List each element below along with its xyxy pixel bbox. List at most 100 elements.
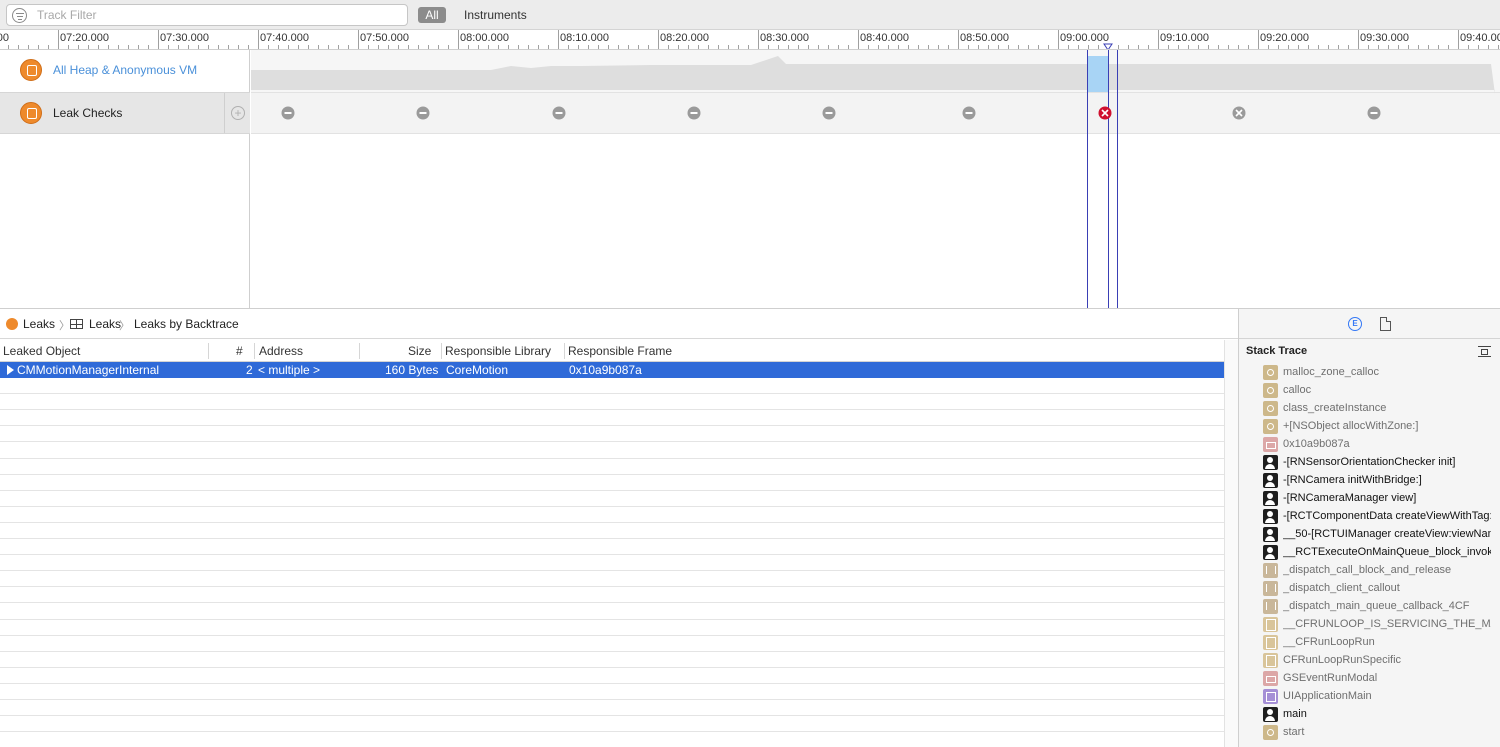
table-row[interactable] — [0, 523, 1224, 539]
table-row[interactable] — [0, 539, 1224, 556]
breadcrumb-detail[interactable]: Leaks — [89, 317, 121, 331]
stack-frame[interactable]: main — [1239, 706, 1500, 724]
leak-check-marker[interactable] — [822, 106, 836, 120]
table-scrollbar[interactable] — [1224, 340, 1238, 747]
table-row[interactable] — [0, 684, 1224, 700]
table-row[interactable] — [0, 426, 1224, 443]
stack-frame[interactable]: _dispatch_client_callout — [1239, 580, 1500, 598]
cf-frame-icon — [1263, 653, 1278, 668]
leak-check-marker[interactable] — [687, 106, 701, 120]
stack-frame[interactable]: start — [1239, 724, 1500, 742]
stack-frame[interactable]: malloc_zone_calloc — [1239, 364, 1500, 382]
breadcrumb-instrument[interactable]: Leaks — [23, 317, 55, 331]
stack-frame[interactable]: class_createInstance — [1239, 400, 1500, 418]
stack-frame[interactable]: GSEventRunModal — [1239, 670, 1500, 688]
leak-check-marker[interactable] — [1232, 106, 1246, 120]
user-frame-icon — [1263, 527, 1278, 542]
leak-found-marker[interactable] — [1098, 106, 1112, 120]
stack-frame[interactable]: -[RNSensorOrientationChecker init] — [1239, 454, 1500, 472]
stack-trace-title: Stack Trace — [1246, 345, 1308, 357]
table-row[interactable] — [0, 668, 1224, 684]
stack-frame-symbol: +[NSObject allocWithZone:] — [1283, 420, 1419, 432]
ruler-tick-label: 07:10.000 — [0, 32, 9, 44]
column-address[interactable]: Address — [259, 344, 303, 358]
table-row[interactable] — [0, 636, 1224, 652]
stack-frame[interactable]: 0x10a9b087a — [1239, 436, 1500, 454]
allocations-graph — [251, 56, 1495, 94]
lib-frame-icon — [1263, 599, 1278, 614]
scope-all-button[interactable]: All — [418, 7, 446, 23]
stack-frame-symbol: -[RNSensorOrientationChecker init] — [1283, 456, 1456, 468]
track-filter-input[interactable] — [37, 7, 397, 23]
rt-frame-icon — [1263, 671, 1278, 686]
stack-frame[interactable]: __50-[RCTUIManager createView:viewName:r… — [1239, 526, 1500, 544]
ruler-tick-label: 08:00.000 — [460, 32, 509, 44]
document-icon[interactable] — [1380, 317, 1391, 331]
table-row[interactable] — [0, 475, 1224, 491]
ruler-tick-label: 08:50.000 — [960, 32, 1009, 44]
stack-frame[interactable]: __CFRunLoopRun — [1239, 634, 1500, 652]
stack-frame[interactable]: +[NSObject allocWithZone:] — [1239, 418, 1500, 436]
extended-detail-icon[interactable]: E — [1348, 317, 1362, 331]
stack-frame[interactable]: __RCTExecuteOnMainQueue_block_invoke — [1239, 544, 1500, 562]
table-row[interactable] — [0, 507, 1224, 523]
leak-check-marker[interactable] — [281, 106, 295, 120]
plus-circle-icon: + — [231, 106, 245, 120]
timeline-area[interactable] — [251, 50, 1500, 308]
table-row[interactable]: CMMotionManagerInternal 2 < multiple > 160 … — [0, 362, 1224, 378]
rt-frame-icon — [1263, 437, 1278, 452]
track-allocations[interactable]: All Heap & Anonymous VM — [0, 50, 250, 92]
filter-icon[interactable] — [12, 8, 27, 23]
stack-frame[interactable]: _dispatch_call_block_and_release — [1239, 562, 1500, 580]
leak-check-marker[interactable] — [1367, 106, 1381, 120]
column-count[interactable]: # — [236, 344, 243, 358]
time-ruler[interactable]: 07:10.000 07:20.000 07:30.000 07:40.000 07:5… — [0, 30, 1500, 50]
stack-frame[interactable]: -[RNCameraManager view] — [1239, 490, 1500, 508]
stack-frame[interactable]: calloc — [1239, 382, 1500, 400]
disclosure-triangle-icon[interactable] — [7, 365, 14, 375]
chevron-right-icon: 〉 — [59, 320, 70, 332]
table-row[interactable] — [0, 604, 1224, 620]
stack-frame[interactable]: -[RCTComponentData createViewWithTag:] — [1239, 508, 1500, 526]
column-responsible-library[interactable]: Responsible Library — [445, 344, 551, 358]
stack-frame-symbol: class_createInstance — [1283, 402, 1387, 414]
table-row[interactable] — [0, 443, 1224, 459]
column-leaked-object[interactable]: Leaked Object — [3, 344, 80, 358]
column-size[interactable]: Size — [408, 344, 431, 358]
stack-frame[interactable]: __CFRUNLOOP_IS_SERVICING_THE_MAIN_DISPAT… — [1239, 616, 1500, 634]
stack-frame[interactable]: CFRunLoopRunSpecific — [1239, 652, 1500, 670]
ruler-tick-label: 07:20.000 — [60, 32, 109, 44]
stack-frame-symbol: _dispatch_main_queue_callback_4CF — [1283, 600, 1470, 612]
table-row[interactable] — [0, 620, 1224, 636]
stack-frame[interactable]: UIApplicationMain — [1239, 688, 1500, 706]
table-row[interactable] — [0, 652, 1224, 668]
add-track-button[interactable]: + — [224, 93, 250, 133]
stack-trace-list[interactable]: malloc_zone_calloc calloc class_createInst… — [1239, 364, 1500, 747]
table-row[interactable] — [0, 394, 1224, 411]
table-row[interactable] — [0, 459, 1224, 475]
table-row[interactable] — [0, 555, 1224, 572]
table-row[interactable] — [0, 700, 1224, 717]
stack-frame-symbol: GSEventRunModal — [1283, 672, 1378, 684]
leak-check-marker[interactable] — [552, 106, 566, 120]
table-row[interactable] — [0, 732, 1224, 747]
track-filter-field[interactable] — [6, 4, 408, 26]
stack-frame[interactable]: _dispatch_main_queue_callback_4CF — [1239, 598, 1500, 616]
track-leak-checks[interactable]: Leak Checks + — [0, 92, 250, 134]
table-row[interactable] — [0, 571, 1224, 588]
stack-frame[interactable]: -[RNCamera initWithBridge:] — [1239, 472, 1500, 490]
leaks-table[interactable]: CMMotionManagerInternal 2 < multiple > 160 … — [0, 362, 1224, 747]
column-responsible-frame[interactable]: Responsible Frame — [568, 344, 672, 358]
allocations-icon — [20, 59, 42, 81]
table-row[interactable] — [0, 410, 1224, 427]
table-row[interactable] — [0, 716, 1224, 733]
scope-instruments-button[interactable]: Instruments — [464, 7, 527, 23]
breadcrumb-view[interactable]: Leaks by Backtrace — [134, 317, 239, 331]
table-row[interactable] — [0, 587, 1224, 604]
collapse-frames-icon[interactable] — [1478, 346, 1491, 357]
table-row[interactable] — [0, 378, 1224, 395]
leak-check-marker[interactable] — [416, 106, 430, 120]
leak-check-marker[interactable] — [962, 106, 976, 120]
cf-frame-icon — [1263, 635, 1278, 650]
table-row[interactable] — [0, 491, 1224, 507]
